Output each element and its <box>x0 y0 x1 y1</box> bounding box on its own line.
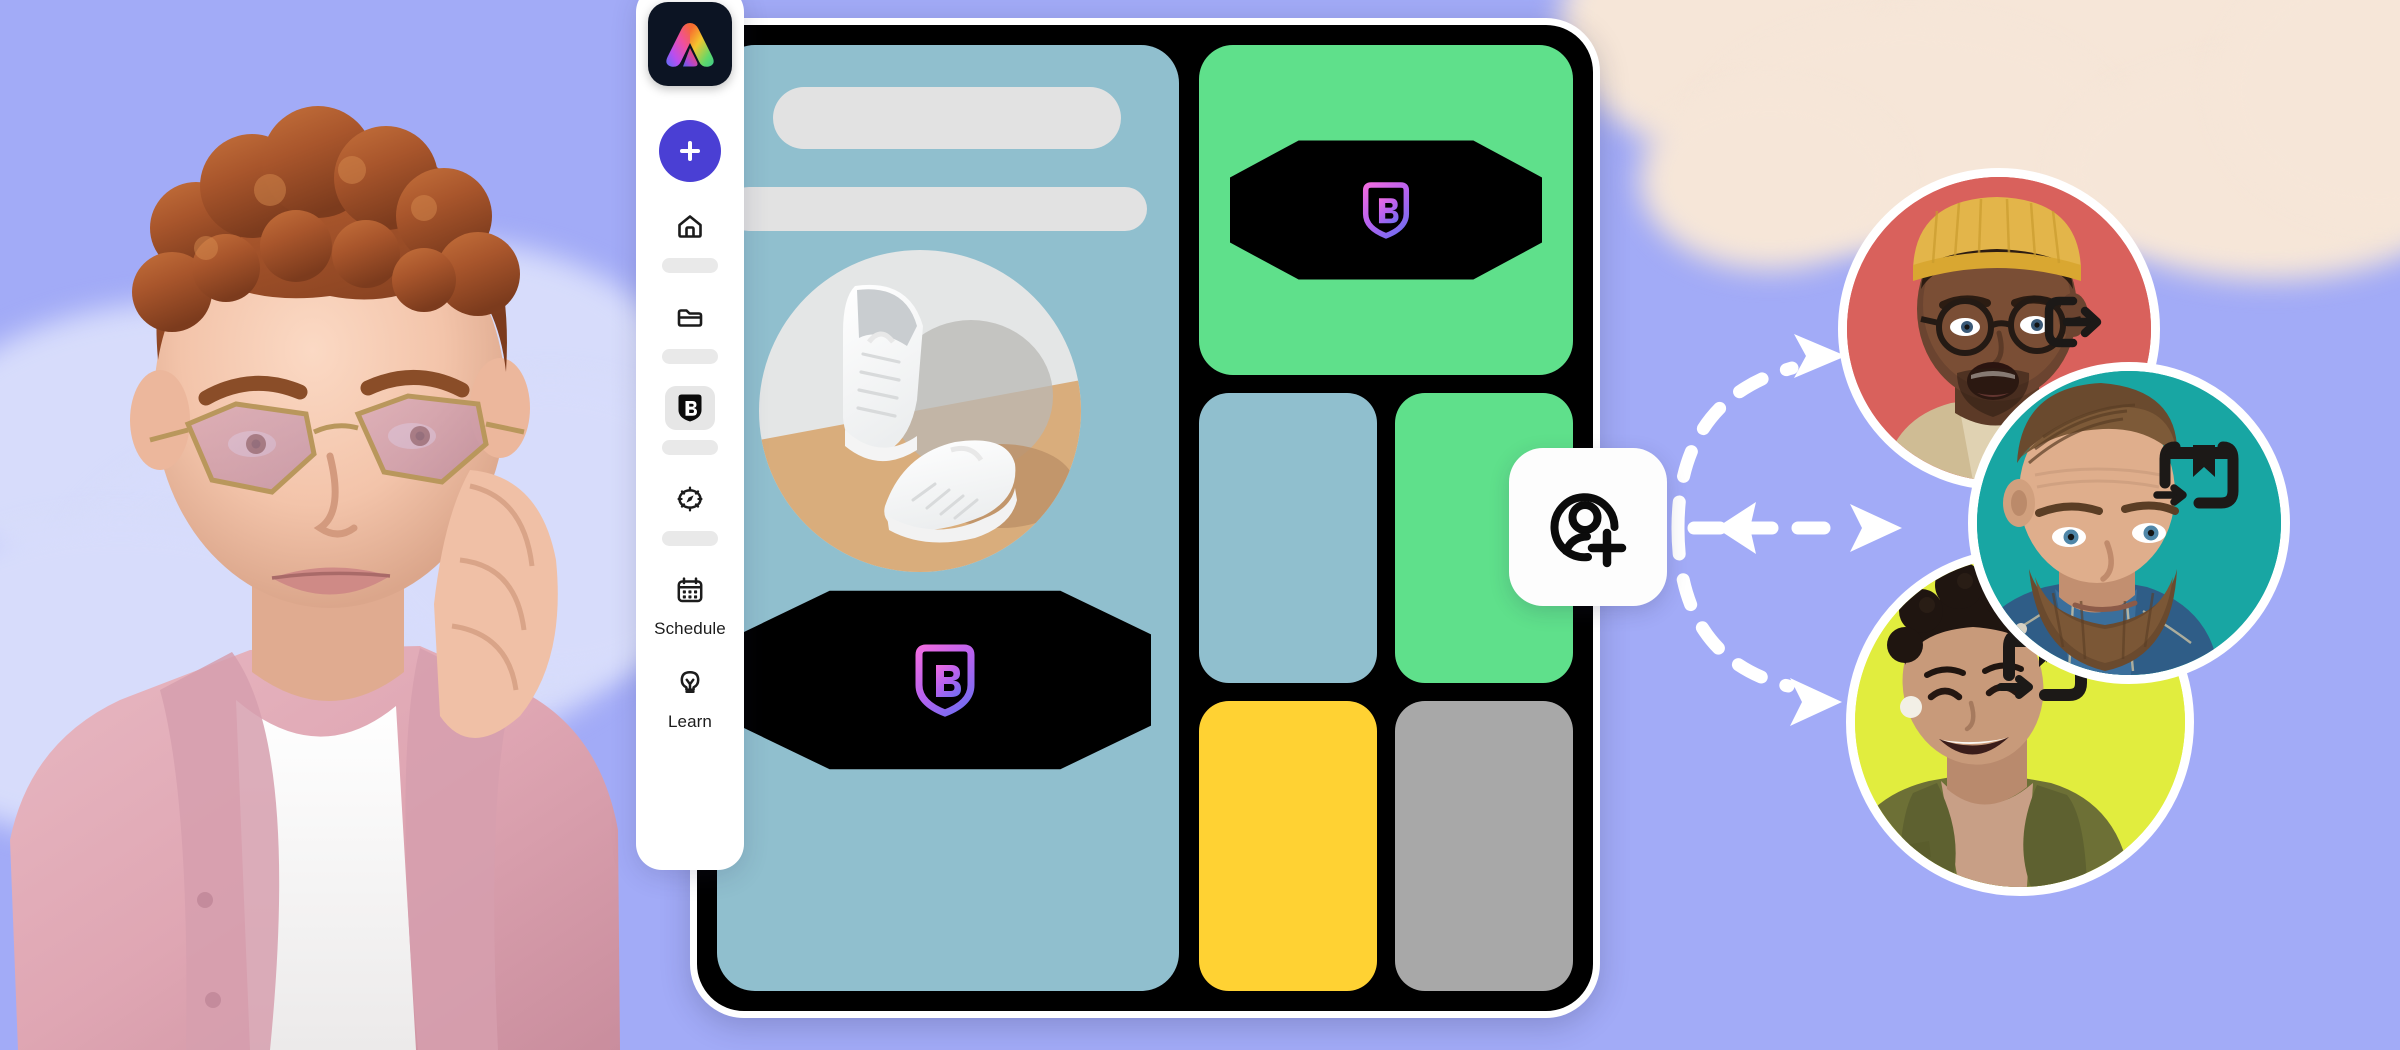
sidebar-active-highlight <box>665 386 715 430</box>
folder-icon <box>677 309 703 327</box>
sidebar-item-learn[interactable]: Learn <box>636 661 744 732</box>
phone-hero-tile <box>1199 45 1573 375</box>
adobe-express-a-icon <box>666 23 714 67</box>
sidebar-item-label-schedule: Schedule <box>654 619 726 638</box>
sidebar-item-label-placeholder <box>662 349 718 364</box>
plus-icon <box>680 141 700 161</box>
phone-tile-3 <box>1199 701 1377 991</box>
home-icon <box>678 215 702 238</box>
sidebar-item-files[interactable] <box>636 295 744 364</box>
white-sneakers-photo <box>759 250 1081 572</box>
sidebar-item-label-placeholder <box>662 531 718 546</box>
app-sidebar: Schedule Learn <box>636 0 744 870</box>
calendar-icon <box>677 577 703 603</box>
create-new-button[interactable] <box>659 120 721 182</box>
brand-shield-b-icon <box>915 644 975 717</box>
sidebar-item-discover[interactable] <box>636 477 744 546</box>
sidebar-item-label-placeholder <box>662 258 718 273</box>
brand-shield-b-icon <box>678 394 702 422</box>
skeleton-bar-subtitle <box>727 187 1147 231</box>
brand-badge-hero <box>1230 140 1542 280</box>
skeleton-bar-title <box>773 87 1121 149</box>
sidebar-item-home[interactable] <box>636 204 744 273</box>
phone-tile-4 <box>1395 701 1573 991</box>
phone-tile-1 <box>1199 393 1377 683</box>
phone-mockup <box>690 18 1600 1018</box>
sidebar-item-schedule[interactable]: Schedule <box>636 568 744 639</box>
cloud-cream-6 <box>2220 0 2400 220</box>
sidebar-item-brand[interactable] <box>636 386 744 455</box>
add-person-icon <box>1550 493 1627 568</box>
phone-tile-row-2 <box>1199 701 1573 991</box>
sidebar-item-label-placeholder <box>662 440 718 455</box>
bearded-man-denim-photo <box>1977 371 2281 675</box>
bulb-icon <box>680 670 700 694</box>
cloud-cream-1 <box>1560 0 2100 180</box>
add-collaborator-button[interactable] <box>1509 448 1667 606</box>
adobe-express-logo[interactable] <box>648 2 732 86</box>
hero-stage: Schedule Learn <box>0 0 2400 1050</box>
brand-badge-left <box>739 590 1151 770</box>
phone-left-pane <box>717 45 1179 991</box>
sidebar-item-label-learn: Learn <box>668 712 712 731</box>
collaborator-avatar-teal[interactable] <box>1968 362 2290 684</box>
compass-icon <box>677 486 703 512</box>
brand-shield-b-icon <box>1362 182 1410 239</box>
